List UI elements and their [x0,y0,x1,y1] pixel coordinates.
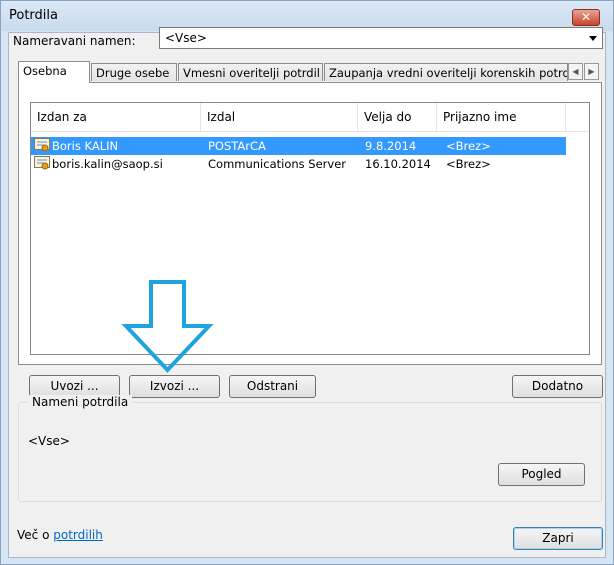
list-header: Izdan za Izdal Velja do Prijazno ime [31,103,589,132]
tab-scroll-right-icon[interactable]: ▶ [584,63,599,80]
intended-purpose-value: <Vse> [165,31,207,45]
remove-button[interactable]: Odstrani [229,375,316,398]
view-button[interactable]: Pogled [498,463,585,486]
cell-friendly-name: <Brez> [446,139,491,153]
export-button[interactable]: Izvozi ... [129,375,220,398]
column-expiration[interactable]: Velja do [358,103,437,131]
table-row[interactable]: boris.kalin@saop.si Communications Serve… [31,155,589,173]
learn-more-prefix: Več o [17,528,54,542]
cell-issued-by: Communications Server [208,157,346,171]
certificate-purposes-value: <Vse> [28,434,70,448]
cell-issued-by: POSTArCA [208,139,266,153]
column-issued-to[interactable]: Izdan za [31,103,201,131]
tab-personal[interactable]: Osebna [18,61,90,83]
intended-purpose-label: Nameravani namen: [13,34,136,48]
table-row[interactable]: Boris KALIN POSTArCA 9.8.2014 <Brez> [31,137,589,155]
column-issued-by[interactable]: Izdal [201,103,358,131]
tab-other-people[interactable]: Druge osebe [91,63,177,81]
window-title: Potrdila [9,8,58,23]
cell-expiration: 16.10.2014 [365,157,431,171]
cell-expiration: 9.8.2014 [365,139,417,153]
cell-friendly-name: <Brez> [446,157,491,171]
learn-more-link[interactable]: potrdilih [53,528,103,542]
certificate-purposes-label: Nameni potrdila [28,395,133,409]
cell-issued-to: boris.kalin@saop.si [52,157,163,171]
learn-more-text: Več o potrdilih [17,528,103,542]
close-icon[interactable]: ✕ [572,9,600,26]
certificate-store-tabs: Osebna Druge osebe Vmesni overitelji pot… [18,61,602,83]
close-button[interactable]: Zapri [513,527,603,550]
certificate-icon [34,156,50,170]
column-friendly-name[interactable]: Prijazno ime [437,103,566,131]
tab-scroll-left-icon[interactable]: ◀ [568,63,583,80]
advanced-button[interactable]: Dodatno [512,375,603,398]
certificate-list[interactable]: Izdan za Izdal Velja do Prijazno ime Bor… [30,102,590,355]
intended-purpose-combo[interactable]: <Vse> [159,27,603,49]
certificate-purposes-group [18,402,602,502]
certificate-icon [34,138,50,152]
chevron-down-icon[interactable] [589,36,597,41]
tab-intermediate-cas[interactable]: Vmesni overitelji potrdil [178,63,323,81]
cell-issued-to: Boris KALIN [52,139,119,153]
tab-trusted-root-cas[interactable]: Zaupanja vredni overitelji korenskih pot… [324,63,568,81]
